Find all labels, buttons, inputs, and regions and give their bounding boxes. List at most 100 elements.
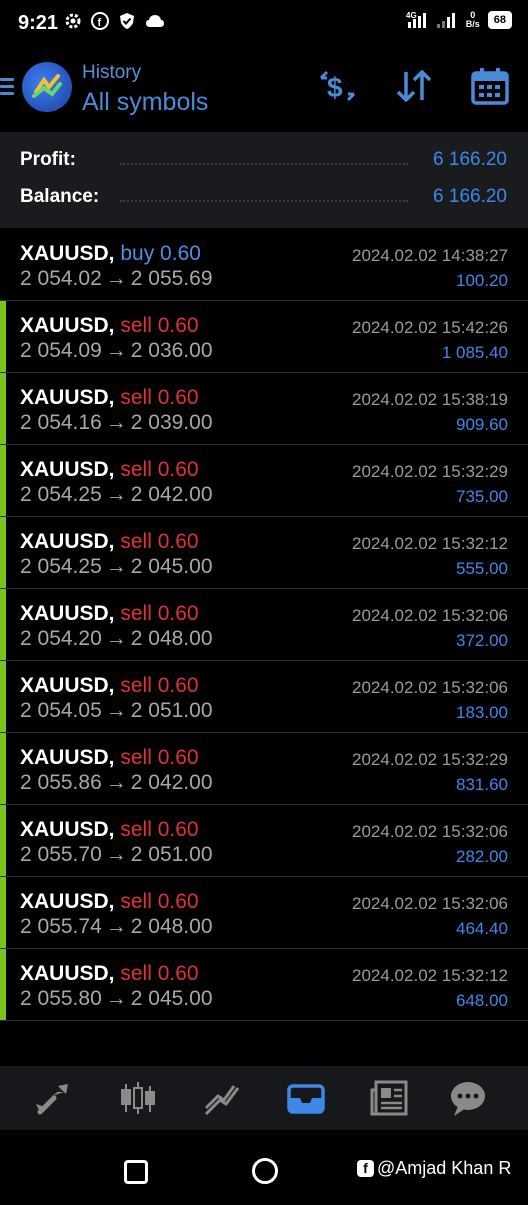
svg-text:4G: 4G (406, 11, 417, 20)
arrow-icon: → (105, 411, 127, 434)
trade-prices: 2 054.25 → 2 045.00 (20, 555, 213, 579)
balance-row: Balance: 6 166.20 (20, 182, 508, 212)
app-header: History All symbols $ (0, 46, 528, 132)
trade-row[interactable]: XAUUSD, sell 0.60 2 054.05 → 2 051.00 2024.0… (0, 661, 528, 733)
row-marker (0, 589, 6, 660)
dotted-leader (120, 200, 408, 202)
history-icon[interactable] (286, 1078, 326, 1118)
trade-symbol: XAUUSD, buy 0.60 (20, 242, 201, 266)
trade-symbol: XAUUSD, sell 0.60 (20, 818, 199, 842)
watermark: f @Amjad Khan R (357, 1158, 511, 1179)
open-price: 2 055.86 (20, 771, 102, 794)
trade-symbol: XAUUSD, sell 0.60 (20, 962, 199, 986)
quotes-icon[interactable] (34, 1078, 74, 1118)
svg-text:$: $ (327, 72, 343, 103)
trade-row[interactable]: XAUUSD, sell 0.60 2 054.20 → 2 048.00 2024.0… (0, 589, 528, 661)
trade-side-volume: sell 0.60 (120, 314, 199, 337)
trade-datetime: 2024.02.02 14:38:27 (352, 246, 508, 265)
trade-row[interactable]: XAUUSD, sell 0.60 2 055.74 → 2 048.00 2024.0… (0, 877, 528, 949)
trade-side-volume: sell 0.60 (120, 530, 199, 553)
arrow-icon: → (105, 987, 127, 1010)
trade-row[interactable]: XAUUSD, sell 0.60 2 055.86 → 2 042.00 2024.0… (0, 733, 528, 805)
bottom-navigation (0, 1066, 528, 1130)
symbol-name: XAUUSD, (20, 962, 115, 985)
trade-row[interactable]: XAUUSD, sell 0.60 2 055.80 → 2 045.00 2024.0… (0, 949, 528, 1021)
trade-symbol: XAUUSD, sell 0.60 (20, 386, 199, 410)
row-marker (0, 301, 6, 372)
trade-profit: 909.60 (456, 415, 508, 434)
close-price: 2 048.00 (130, 915, 213, 938)
row-marker (0, 949, 6, 1020)
close-price: 2 042.00 (130, 771, 213, 794)
trade-row[interactable]: XAUUSD, buy 0.60 2 054.02 → 2 055.69 2024.02… (0, 229, 528, 301)
close-price: 2 045.00 (130, 555, 213, 578)
svg-text:f: f (98, 17, 102, 29)
4g-signal-icon: 4G (406, 11, 426, 28)
chart-candles-icon[interactable] (118, 1078, 158, 1118)
trade-datetime: 2024.02.02 15:32:06 (352, 606, 508, 625)
menu-icon[interactable] (0, 78, 14, 96)
trade-prices: 2 055.70 → 2 051.00 (20, 843, 213, 867)
symbol-name: XAUUSD, (20, 746, 115, 769)
calendar-icon[interactable] (470, 66, 510, 106)
symbol-name: XAUUSD, (20, 386, 115, 409)
close-price: 2 042.00 (130, 483, 213, 506)
app-logo[interactable] (22, 62, 72, 112)
arrow-icon: → (105, 339, 127, 362)
system-navigation-bar: f @Amjad Khan R (0, 1130, 528, 1205)
trade-datetime: 2024.02.02 15:32:06 (352, 894, 508, 913)
chat-icon[interactable] (448, 1078, 488, 1118)
row-marker (0, 373, 6, 444)
trade-side-volume: sell 0.60 (120, 602, 199, 625)
trade-side-volume: buy 0.60 (120, 242, 201, 265)
open-price: 2 055.80 (20, 987, 102, 1010)
trade-prices: 2 055.74 → 2 048.00 (20, 915, 213, 939)
header-subtitle: History (82, 62, 142, 83)
trade-profit: 1 085.40 (441, 343, 508, 362)
symbol-name: XAUUSD, (20, 458, 115, 481)
trade-profit: 183.00 (456, 703, 508, 722)
trade-side-volume: sell 0.60 (120, 458, 199, 481)
arrow-icon: → (105, 843, 127, 866)
row-marker (0, 661, 6, 732)
trade-row[interactable]: XAUUSD, sell 0.60 2 054.09 → 2 036.00 2024.0… (0, 301, 528, 373)
trade-datetime: 2024.02.02 15:32:06 (352, 822, 508, 841)
arrow-icon: → (105, 771, 127, 794)
trade-profit: 555.00 (456, 559, 508, 578)
trade-row[interactable]: XAUUSD, sell 0.60 2 055.70 → 2 051.00 2024.0… (0, 805, 528, 877)
close-price: 2 048.00 (130, 627, 213, 650)
profit-label: Profit: (20, 149, 76, 170)
cloud-icon (146, 15, 164, 27)
symbol-name: XAUUSD, (20, 890, 115, 913)
home-button[interactable] (252, 1158, 278, 1184)
currency-sort-icon[interactable]: $ (318, 66, 358, 106)
recent-apps-button[interactable] (124, 1160, 148, 1184)
status-bar: 9:21 f 4G 0 B/s 68 (0, 0, 528, 46)
signal-icon (436, 13, 455, 28)
page-title[interactable]: All symbols (82, 88, 208, 117)
trade-row[interactable]: XAUUSD, sell 0.60 2 054.16 → 2 039.00 2024.0… (0, 373, 528, 445)
arrow-icon: → (105, 483, 127, 506)
trade-profit: 648.00 (456, 991, 508, 1010)
open-price: 2 054.25 (20, 483, 102, 506)
sort-arrows-icon[interactable] (394, 66, 434, 106)
trade-side-volume: sell 0.60 (120, 890, 199, 913)
trade-prices: 2 054.02 → 2 055.69 (20, 267, 213, 291)
row-marker (0, 877, 6, 948)
trade-prices: 2 054.20 → 2 048.00 (20, 627, 213, 651)
close-price: 2 045.00 (130, 987, 213, 1010)
symbol-name: XAUUSD, (20, 674, 115, 697)
close-price: 2 051.00 (130, 699, 213, 722)
net-speed-unit: B/s (465, 19, 480, 29)
trade-symbol: XAUUSD, sell 0.60 (20, 530, 199, 554)
row-marker (0, 733, 6, 804)
trade-side-volume: sell 0.60 (120, 818, 199, 841)
trade-icon[interactable] (202, 1078, 242, 1118)
trade-row[interactable]: XAUUSD, sell 0.60 2 054.25 → 2 045.00 2024.0… (0, 517, 528, 589)
metatrader-logo-icon (32, 74, 62, 98)
trade-symbol: XAUUSD, sell 0.60 (20, 674, 199, 698)
news-icon[interactable] (370, 1078, 410, 1118)
trade-prices: 2 054.09 → 2 036.00 (20, 339, 213, 363)
trade-row[interactable]: XAUUSD, sell 0.60 2 054.25 → 2 042.00 2024.0… (0, 445, 528, 517)
facebook-icon: f (91, 12, 109, 30)
